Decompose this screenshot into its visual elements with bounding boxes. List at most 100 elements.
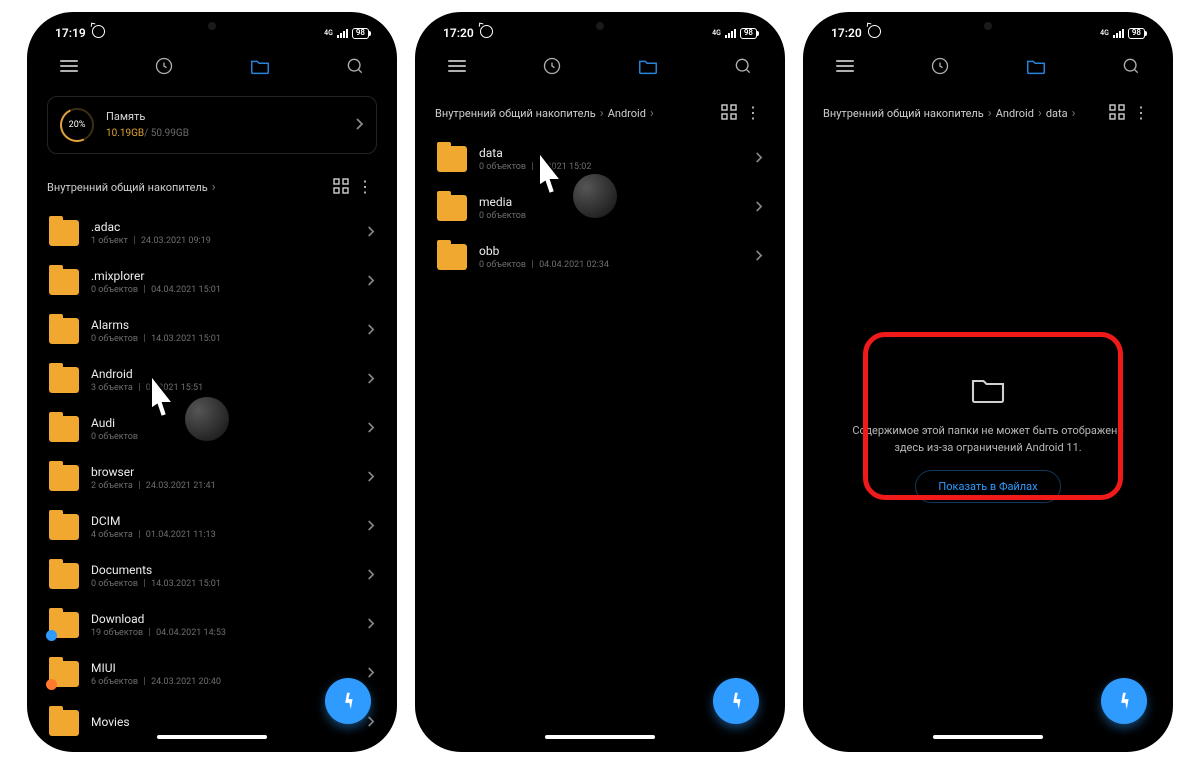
chevron-right-icon: [754, 198, 763, 217]
recent-tab-icon[interactable]: [532, 56, 572, 76]
folder-row[interactable]: data 0 объектов4.2021 15:02: [423, 134, 777, 183]
camera-notch: [984, 22, 992, 30]
cleaner-fab[interactable]: [1101, 678, 1147, 724]
folder-meta: 19 объектов04.04.2021 14:53: [91, 628, 354, 638]
camera-notch: [596, 22, 604, 30]
folder-row[interactable]: DCIM4 объекта01.04.2021 11:13: [35, 502, 389, 551]
clock: 17:20: [443, 26, 474, 40]
alarm-icon: [868, 25, 881, 41]
chevron-right-icon: [366, 517, 375, 536]
cleaner-fab[interactable]: [325, 678, 371, 724]
top-tabs: [811, 44, 1165, 88]
network-label: 4G: [712, 29, 721, 37]
folder-name: Movies: [91, 715, 354, 729]
grid-view-icon[interactable]: [1109, 104, 1125, 123]
chevron-right-icon: [366, 615, 375, 634]
file-list[interactable]: .adac1 объект24.03.2021 09:19 .mixplorer 0…: [35, 208, 389, 744]
home-indicator[interactable]: [933, 735, 1043, 739]
folder-icon: [49, 612, 79, 638]
chevron-right-icon: [366, 468, 375, 487]
folder-row[interactable]: media0 объектов: [423, 183, 777, 232]
file-list[interactable]: data0 объектов4.2021 15:02media0 объекто…: [423, 134, 777, 744]
folder-icon: [49, 220, 79, 246]
folder-icon: [49, 710, 79, 736]
folder-tab-icon[interactable]: [240, 55, 280, 77]
menu-icon[interactable]: [825, 57, 865, 75]
folder-icon: [49, 367, 79, 393]
folder-icon: [49, 465, 79, 491]
chevron-right-icon: [754, 149, 763, 168]
network-label: 4G: [1100, 29, 1109, 37]
alarm-icon: [92, 25, 105, 41]
signal-icon: [725, 29, 736, 38]
folder-name: browser: [91, 465, 354, 479]
folder-tab-icon[interactable]: [1016, 55, 1056, 77]
storage-total: / 50.99GB: [144, 128, 189, 139]
folder-row[interactable]: .adac1 объект24.03.2021 09:19: [35, 208, 389, 257]
battery-icon: 98: [1128, 28, 1145, 39]
folder-meta: 6 объектов24.03.2021 20:40: [91, 677, 354, 687]
folder-row[interactable]: Audi0 объектов: [35, 404, 389, 453]
chevron-right-icon: [366, 566, 375, 585]
chevron-right-icon: [366, 223, 375, 242]
folder-name: data: [479, 146, 742, 160]
folder-name: MIUI: [91, 661, 354, 675]
show-in-files-button[interactable]: Показать в Файлах: [915, 470, 1060, 503]
storage-card[interactable]: 20% Память 10.19GB/ 50.99GB: [47, 96, 377, 154]
recent-tab-icon[interactable]: [144, 56, 184, 76]
folder-name: .mixplorer: [91, 269, 354, 283]
folder-name: Audi: [91, 416, 354, 430]
clock: 17:20: [831, 26, 862, 40]
search-icon[interactable]: [723, 56, 763, 76]
folder-tab-icon[interactable]: [628, 55, 668, 77]
folder-meta: 1 объект24.03.2021 09:19: [91, 236, 354, 246]
phone-1: 17:19 4G 98 20% Память 10.19GB/ 50.99GB …: [27, 12, 397, 752]
breadcrumb[interactable]: Внутренний общий накопитель› Android› da…: [823, 94, 1153, 132]
folder-name: DCIM: [91, 514, 354, 528]
folder-meta: 0 объектов04.04.2021 15:01: [91, 285, 354, 295]
battery-icon: 98: [740, 28, 757, 39]
camera-notch: [208, 22, 216, 30]
storage-ring-icon: 20%: [60, 108, 94, 142]
chevron-right-icon: [366, 713, 375, 732]
folder-row[interactable]: Alarms0 объектов14.03.2021 15:01: [35, 306, 389, 355]
search-icon[interactable]: [335, 56, 375, 76]
folder-name: media: [479, 195, 742, 209]
grid-view-icon[interactable]: [721, 104, 737, 123]
folder-row[interactable]: Android3 объекта03.2021 15:51: [35, 355, 389, 404]
folder-meta: 0 объектов4.2021 15:02: [479, 162, 742, 172]
chevron-right-icon: [366, 370, 375, 389]
storage-label: Память: [106, 109, 189, 126]
battery-icon: 98: [352, 28, 369, 39]
chevron-right-icon: [366, 321, 375, 340]
grid-view-icon[interactable]: [333, 178, 349, 197]
folder-row[interactable]: .mixplorer 0 объектов04.04.2021 15:01: [35, 257, 389, 306]
folder-meta: 0 объектов04.04.2021 02:34: [479, 260, 742, 270]
empty-message: Содержимое этой папки не может быть отоб…: [851, 423, 1125, 456]
menu-icon[interactable]: [437, 57, 477, 75]
home-indicator[interactable]: [157, 735, 267, 739]
breadcrumb[interactable]: Внутренний общий накопитель› ⋮: [47, 168, 377, 206]
home-indicator[interactable]: [545, 735, 655, 739]
folder-icon: [49, 269, 79, 295]
folder-icon: [49, 514, 79, 540]
phone-2: 17:20 4G 98 Внутренний общий накопитель›…: [415, 12, 785, 752]
chevron-right-icon: [754, 247, 763, 266]
folder-row[interactable]: browser 2 объекта24.03.2021 21:41: [35, 453, 389, 502]
menu-icon[interactable]: [49, 57, 89, 75]
folder-row[interactable]: obb 0 объектов04.04.2021 02:34: [423, 232, 777, 281]
folder-name: Documents: [91, 563, 354, 577]
folder-meta: 0 объектов14.03.2021 15:01: [91, 579, 354, 589]
folder-icon: [49, 318, 79, 344]
folder-icon: [49, 563, 79, 589]
folder-name: obb: [479, 244, 742, 258]
top-tabs: [35, 44, 389, 88]
folder-row[interactable]: Download19 объектов04.04.2021 14:53: [35, 600, 389, 649]
search-icon[interactable]: [1111, 56, 1151, 76]
folder-icon: [437, 146, 467, 172]
recent-tab-icon[interactable]: [920, 56, 960, 76]
folder-meta: 2 объекта24.03.2021 21:41: [91, 481, 354, 491]
breadcrumb[interactable]: Внутренний общий накопитель› Android› ⋮: [435, 94, 765, 132]
folder-row[interactable]: Documents 0 объектов14.03.2021 15:01: [35, 551, 389, 600]
cleaner-fab[interactable]: [713, 678, 759, 724]
